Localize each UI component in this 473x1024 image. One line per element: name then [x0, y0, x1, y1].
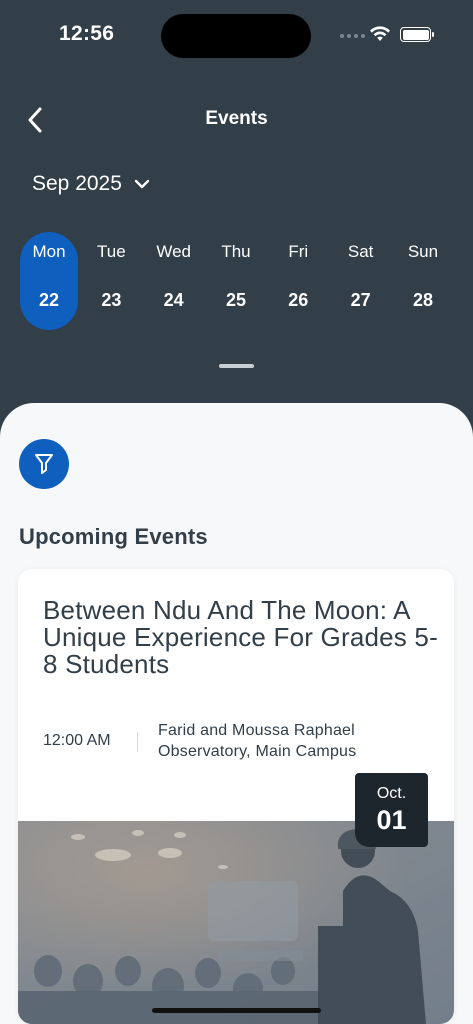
events-sheet: Upcoming Events Between Ndu And The Moon… [0, 403, 473, 1024]
page-title: Events [205, 108, 268, 129]
battery-icon [400, 27, 434, 42]
cellular-signal-icon [340, 34, 365, 38]
badge-day: 01 [376, 805, 407, 835]
event-date-badge: Oct. 01 [355, 773, 428, 847]
day-wed[interactable]: Wed 24 [143, 232, 205, 330]
top-header: Events [0, 94, 473, 144]
day-fri[interactable]: Fri 26 [267, 232, 329, 330]
filter-icon [35, 454, 53, 474]
day-number: 25 [225, 290, 246, 310]
day-thu[interactable]: Thu 25 [205, 232, 267, 330]
section-title: Upcoming Events [19, 524, 208, 549]
month-label: Sep 2025 [32, 172, 122, 195]
sheet-drag-handle[interactable] [219, 364, 254, 368]
day-number: 23 [101, 290, 122, 310]
month-dropdown[interactable]: Sep 2025 [32, 172, 150, 196]
day-sun[interactable]: Sun 28 [392, 232, 454, 330]
day-number: 28 [412, 290, 433, 310]
day-sat[interactable]: Sat 27 [330, 232, 392, 330]
home-indicator [152, 1008, 321, 1013]
status-bar: 12:56 [0, 0, 473, 70]
day-of-week: Thu [221, 242, 251, 261]
day-of-week: Fri [288, 242, 309, 261]
day-of-week: Sat [347, 242, 374, 261]
day-number: 26 [288, 290, 309, 310]
status-time: 12:56 [59, 22, 115, 45]
day-of-week: Tue [96, 242, 126, 261]
day-of-week: Wed [156, 242, 191, 261]
day-tue[interactable]: Tue 23 [80, 232, 142, 330]
day-number: 27 [350, 290, 371, 310]
day-mon[interactable]: Mon 22 [20, 232, 78, 330]
event-title: Between Ndu And The Moon: A Unique Exper… [43, 595, 438, 679]
divider [137, 732, 138, 752]
event-image [18, 821, 454, 1024]
wifi-icon [370, 26, 390, 41]
week-strip: Mon 22 Tue 23 Wed 24 Thu 25 Fri 26 Sat 2… [18, 232, 454, 330]
event-location: Farid and Moussa Raphael Observatory, Ma… [158, 722, 357, 760]
day-number: 24 [163, 290, 184, 310]
event-time: 12:00 AM [43, 732, 111, 749]
day-number: 22 [38, 290, 60, 310]
badge-month: Oct. [376, 785, 407, 802]
chevron-down-icon [134, 179, 150, 189]
day-of-week: Sun [407, 242, 439, 261]
filter-button[interactable] [19, 439, 69, 489]
event-card[interactable]: Between Ndu And The Moon: A Unique Exper… [18, 569, 454, 1024]
day-of-week: Mon [32, 242, 66, 261]
dynamic-island [161, 14, 311, 58]
